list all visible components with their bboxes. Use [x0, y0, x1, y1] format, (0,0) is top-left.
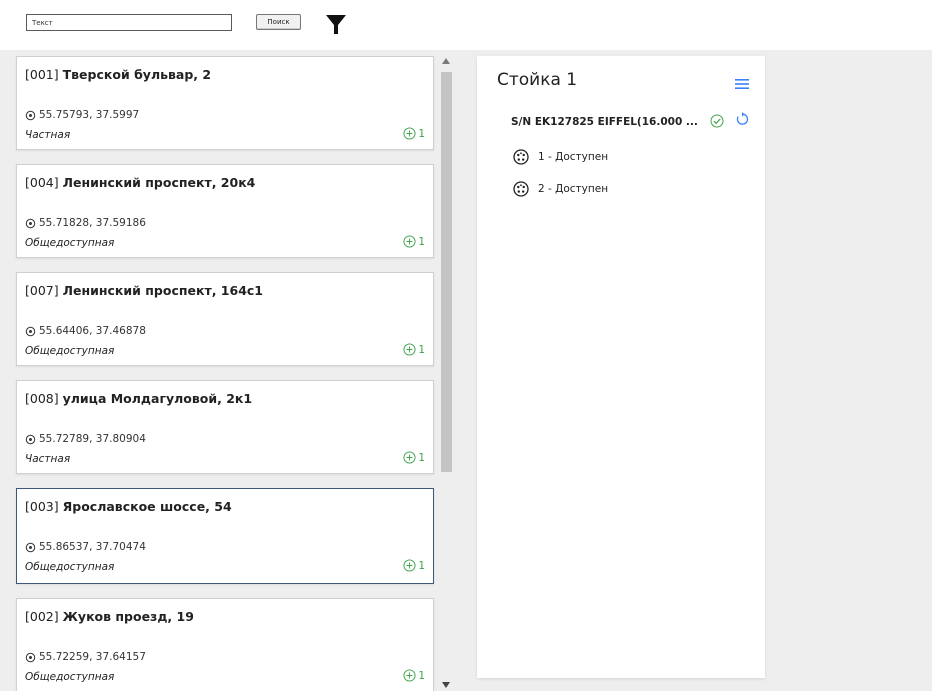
coords-text: 55.86537, 37.70474 — [39, 541, 146, 553]
station-coords: 55.72259, 37.64157 — [25, 651, 146, 663]
count-text: 1 — [418, 127, 425, 140]
scroll-down-arrow-icon[interactable] — [442, 682, 450, 688]
connector-item[interactable]: 1 - Доступен — [513, 148, 608, 166]
plus-circle-icon — [403, 127, 416, 140]
station-count[interactable]: 1 — [403, 235, 425, 248]
coords-text: 55.71828, 37.59186 — [39, 217, 146, 229]
plus-circle-icon — [403, 451, 416, 464]
station-id: [003] — [25, 499, 59, 514]
station-name: Ленинский проспект, 164с1 — [62, 283, 264, 298]
search-button[interactable]: Поиск — [256, 14, 301, 30]
station-type: Общедоступная — [25, 345, 115, 357]
menu-icon[interactable] — [735, 78, 749, 90]
station-count[interactable]: 1 — [403, 127, 425, 140]
station-name: улица Молдагуловой, 2к1 — [62, 391, 253, 406]
station-name: Ярославское шоссе, 54 — [62, 499, 232, 514]
plus-circle-icon — [403, 343, 416, 356]
station-card-selected[interactable]: [003] Ярославское шоссе, 54 55.86537, 37.… — [16, 488, 434, 584]
connector-label: 1 - Доступен — [538, 151, 609, 163]
location-pin-icon — [25, 542, 36, 553]
station-id: [002] — [25, 609, 59, 624]
connector-socket-icon — [513, 149, 529, 165]
station-coords: 55.71828, 37.59186 — [25, 217, 146, 229]
station-title: [008] улица Молдагуловой, 2к1 — [25, 391, 252, 406]
station-id: [004] — [25, 175, 59, 190]
location-pin-icon — [25, 110, 36, 121]
check-circle-icon — [710, 114, 724, 128]
station-card[interactable]: [004] Ленинский проспект, 20к4 55.71828, … — [16, 164, 434, 258]
station-id: [008] — [25, 391, 59, 406]
location-pin-icon — [25, 326, 36, 337]
station-coords: 55.72789, 37.80904 — [25, 433, 146, 445]
station-card[interactable]: [002] Жуков проезд, 19 55.72259, 37.64157… — [16, 598, 434, 691]
scroll-thumb[interactable] — [441, 72, 452, 472]
station-list: [001] Тверской бульвар, 2 55.75793, 37.59… — [0, 50, 440, 691]
count-text: 1 — [418, 235, 425, 248]
filter-icon[interactable] — [324, 12, 348, 36]
plus-circle-icon — [403, 235, 416, 248]
station-count[interactable]: 1 — [403, 343, 425, 356]
location-pin-icon — [25, 652, 36, 663]
station-count[interactable]: 1 — [403, 669, 425, 682]
station-title: [007] Ленинский проспект, 164с1 — [25, 283, 263, 298]
list-scrollbar[interactable] — [440, 50, 452, 691]
station-title: [002] Жуков проезд, 19 — [25, 609, 194, 624]
station-title: [001] Тверской бульвар, 2 — [25, 67, 211, 82]
coords-text: 55.72789, 37.80904 — [39, 433, 146, 445]
station-coords: 55.86537, 37.70474 — [25, 541, 146, 553]
station-id: [001] — [25, 67, 59, 82]
main-area: [001] Тверской бульвар, 2 55.75793, 37.59… — [0, 50, 932, 691]
station-name: Ленинский проспект, 20к4 — [62, 175, 256, 190]
station-type: Общедоступная — [25, 671, 115, 683]
plus-circle-icon — [403, 669, 416, 682]
station-type: Частная — [25, 453, 71, 465]
station-title: [004] Ленинский проспект, 20к4 — [25, 175, 255, 190]
count-text: 1 — [418, 343, 425, 356]
search-input[interactable] — [26, 14, 232, 31]
station-type: Общедоступная — [25, 237, 115, 249]
station-title: [003] Ярославское шоссе, 54 — [25, 499, 232, 514]
location-pin-icon — [25, 434, 36, 445]
toolbar: Поиск — [0, 0, 932, 50]
station-count[interactable]: 1 — [403, 451, 425, 464]
detail-panel: Стойка 1 S/N EK127825 EIFFEL(16.000 ... … — [477, 56, 765, 678]
count-text: 1 — [418, 559, 425, 572]
scroll-up-arrow-icon[interactable] — [442, 58, 450, 64]
connector-label: 2 - Доступен — [538, 183, 609, 195]
count-text: 1 — [418, 669, 425, 682]
connector-item[interactable]: 2 - Доступен — [513, 180, 608, 198]
charger-serial[interactable]: S/N EK127825 EIFFEL(16.000 ... — [511, 116, 707, 128]
detail-title: Стойка 1 — [497, 70, 578, 90]
refresh-icon[interactable] — [735, 112, 749, 126]
connector-socket-icon — [513, 181, 529, 197]
station-coords: 55.64406, 37.46878 — [25, 325, 146, 337]
station-card[interactable]: [007] Ленинский проспект, 164с1 55.64406,… — [16, 272, 434, 366]
count-text: 1 — [418, 451, 425, 464]
station-card[interactable]: [008] улица Молдагуловой, 2к1 55.72789, 3… — [16, 380, 434, 474]
coords-text: 55.72259, 37.64157 — [39, 651, 146, 663]
coords-text: 55.75793, 37.5997 — [39, 109, 140, 121]
station-type: Общедоступная — [25, 561, 115, 573]
station-id: [007] — [25, 283, 59, 298]
station-name: Тверской бульвар, 2 — [62, 67, 212, 82]
station-name: Жуков проезд, 19 — [62, 609, 194, 624]
station-count[interactable]: 1 — [403, 559, 425, 572]
station-coords: 55.75793, 37.5997 — [25, 109, 139, 121]
coords-text: 55.64406, 37.46878 — [39, 325, 146, 337]
station-type: Частная — [25, 129, 71, 141]
station-card[interactable]: [001] Тверской бульвар, 2 55.75793, 37.59… — [16, 56, 434, 150]
location-pin-icon — [25, 218, 36, 229]
plus-circle-icon — [403, 559, 416, 572]
